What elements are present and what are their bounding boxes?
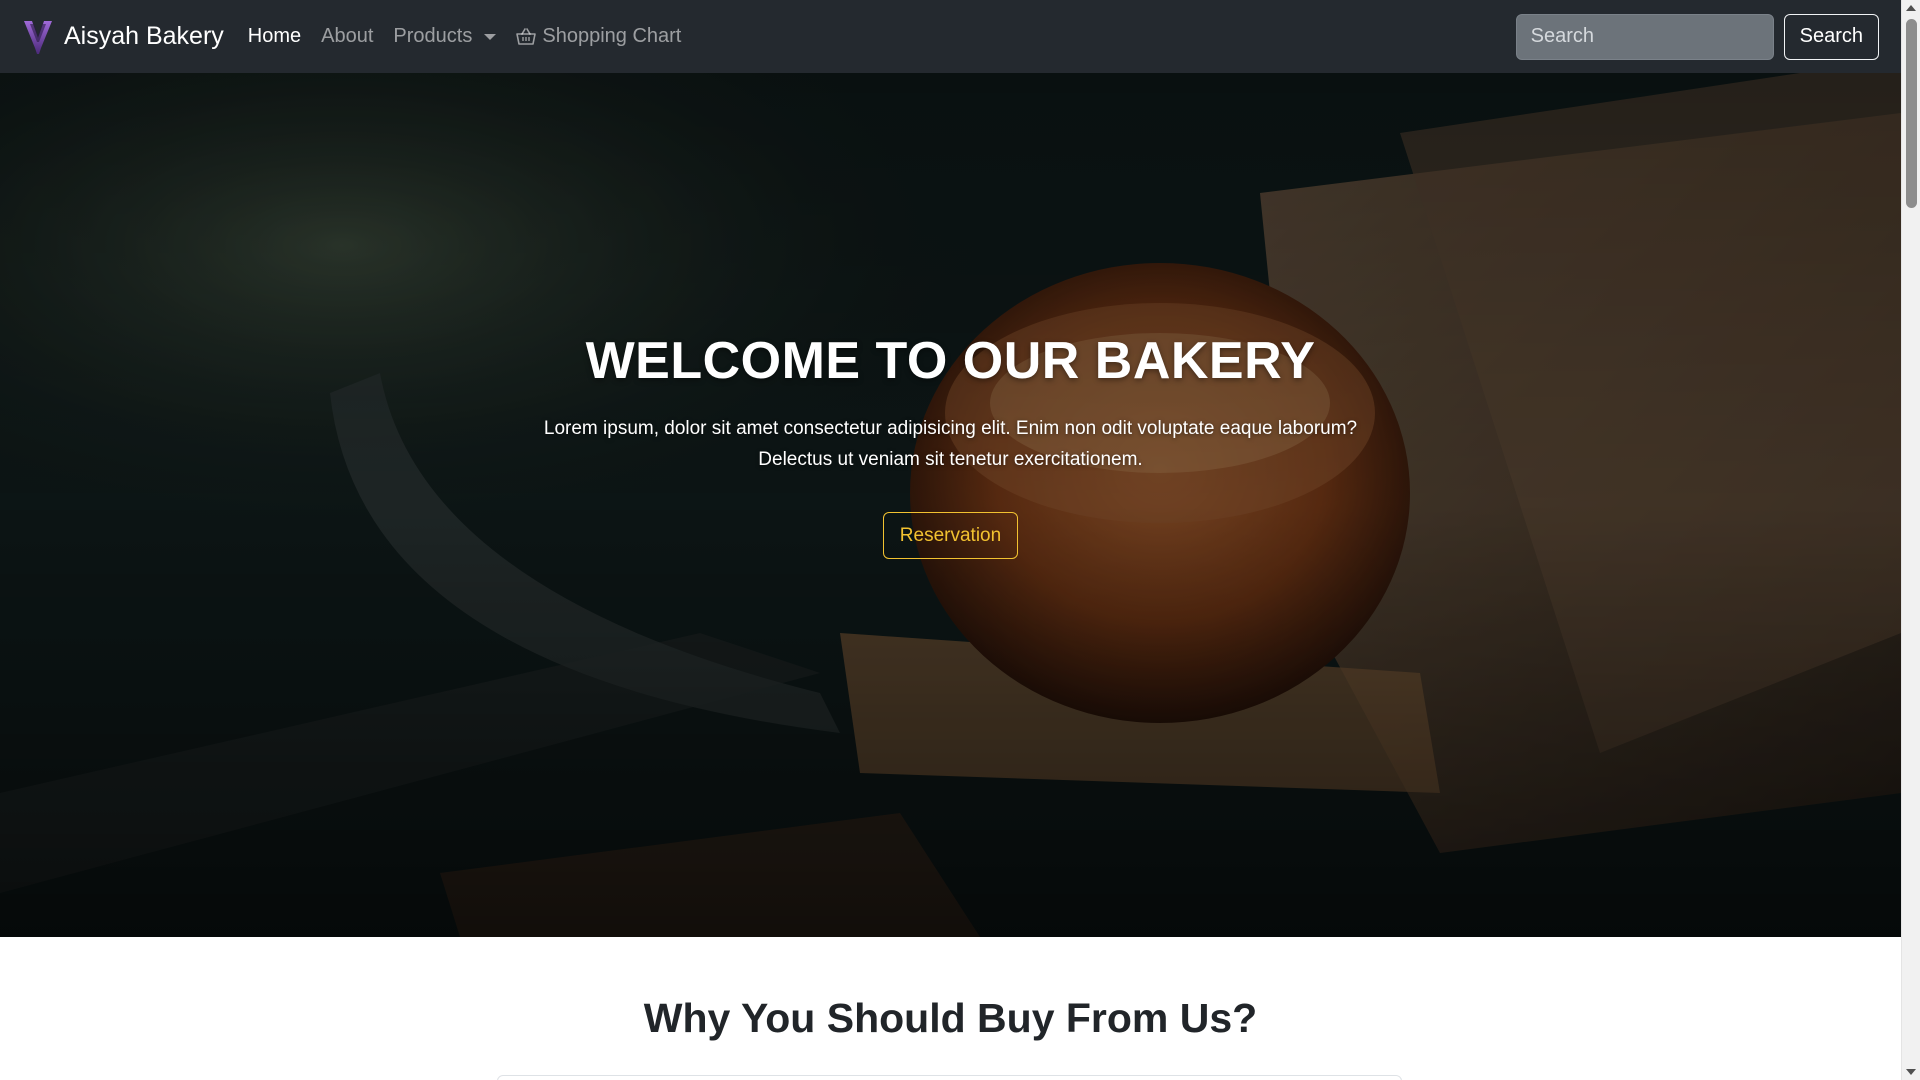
navbar: Aisyah Bakery Home About Products Shoppi… bbox=[0, 0, 1901, 73]
hero-text-line-1: Lorem ipsum, dolor sit amet consectetur … bbox=[543, 418, 1358, 439]
nav-home[interactable]: Home bbox=[248, 25, 301, 48]
nav-about[interactable]: About bbox=[321, 25, 373, 48]
nav-products-dropdown[interactable]: Products bbox=[393, 25, 497, 48]
page: Aisyah Bakery Home About Products Shoppi… bbox=[0, 0, 1901, 1080]
scroll-down-arrow-icon[interactable] bbox=[1906, 1069, 1916, 1075]
hero-text: Lorem ipsum, dolor sit amet consectetur … bbox=[0, 413, 1901, 475]
caret-down-icon bbox=[484, 33, 497, 40]
search-button[interactable]: Search bbox=[1783, 13, 1879, 60]
brand-name: Aisyah Bakery bbox=[64, 22, 224, 50]
nav-shopping-chart[interactable]: Shopping Chart bbox=[516, 25, 681, 48]
why-card bbox=[497, 1075, 1402, 1080]
why-section-title: Why You Should Buy From Us? bbox=[643, 995, 1258, 1041]
brand[interactable]: Aisyah Bakery bbox=[22, 18, 224, 56]
scroll-thumb[interactable] bbox=[1906, 19, 1917, 208]
basket-icon bbox=[516, 27, 537, 45]
nav-links: Home About Products Shopping Chart bbox=[248, 25, 682, 48]
nav-shopping-chart-label: Shopping Chart bbox=[542, 25, 682, 47]
bakery-logo-icon bbox=[24, 20, 52, 54]
hero-text-line-2: Delectus ut veniam sit tenetur exercitat… bbox=[758, 449, 1143, 470]
search-input[interactable] bbox=[1515, 13, 1774, 60]
vertical-scrollbar[interactable] bbox=[1901, 0, 1920, 1080]
hero-section: WELCOME TO OUR BAKERY Lorem ipsum, dolor… bbox=[0, 73, 1901, 937]
scroll-up-arrow-icon[interactable] bbox=[1906, 5, 1916, 11]
nav-products-label: Products bbox=[393, 25, 473, 47]
search-form: Search bbox=[1515, 13, 1879, 60]
hero-background-image bbox=[0, 73, 1901, 937]
reservation-button[interactable]: Reservation bbox=[883, 512, 1018, 559]
hero-title: WELCOME TO OUR BAKERY bbox=[585, 332, 1316, 390]
